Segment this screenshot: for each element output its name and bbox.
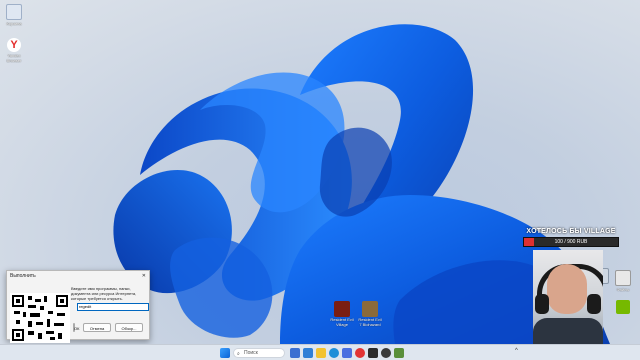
desktop-icon-files[interactable]: Файлы — [610, 270, 636, 292]
desktop-icon-recycle-bin[interactable]: Корзина — [1, 4, 27, 26]
qr-module — [46, 331, 54, 334]
re7-icon — [362, 301, 378, 317]
cancel-button[interactable]: Отмена — [83, 323, 111, 332]
qr-module — [48, 311, 53, 314]
qr-module — [14, 311, 20, 314]
qr-module — [36, 322, 43, 325]
qr-module — [47, 319, 50, 327]
game-shortcuts: Resident Evil Village Resident Evil 7 Bi… — [330, 301, 382, 327]
qr-finder — [56, 295, 68, 307]
qr-module — [28, 321, 32, 327]
windows-start-icon[interactable] — [220, 348, 230, 358]
taskbar-search-box[interactable]: ⌕ Поиск — [233, 348, 285, 358]
re-village-icon — [334, 301, 350, 317]
obs-icon[interactable] — [381, 348, 391, 358]
qr-finder — [12, 295, 24, 307]
task-view-icon[interactable] — [290, 348, 300, 358]
run-dialog-titlebar: Выполнить ✕ — [7, 271, 149, 280]
qr-finder — [12, 329, 24, 341]
run-command-input[interactable] — [77, 303, 149, 311]
qr-module — [57, 313, 65, 316]
qr-module — [35, 299, 41, 302]
headphone-cup-right — [587, 294, 601, 314]
desktop-icon-re-village[interactable]: Resident Evil Village — [330, 301, 354, 327]
qr-module — [58, 333, 62, 339]
streamer-face — [547, 264, 587, 314]
tray-overflow-chevron-icon[interactable]: ^ — [515, 348, 518, 354]
qr-module — [28, 331, 34, 335]
search-icon: ⌕ — [237, 351, 240, 357]
desktop-icon-label: Файлы — [616, 287, 630, 292]
taskbar: ⌕ Поиск ^ — [0, 344, 640, 360]
qr-module — [23, 312, 26, 317]
donation-progress-text: 100 / 900 RUB — [554, 239, 588, 245]
edge-icon[interactable] — [329, 348, 339, 358]
file-icon — [615, 270, 631, 286]
terminal-icon[interactable] — [368, 348, 378, 358]
store-icon[interactable] — [342, 348, 352, 358]
search-placeholder: Поиск — [244, 350, 258, 356]
yandex-browser-icon: Y — [7, 38, 21, 52]
recycle-bin-icon — [6, 4, 22, 20]
qr-module — [28, 305, 36, 308]
donation-goal-title: ХОТЕЛОСЬ БЫ VILLAGE — [526, 228, 616, 235]
streamer-shirt — [533, 318, 603, 344]
qr-module — [50, 337, 55, 340]
run-dialog-description: Введите имя программы, папки, документа … — [71, 286, 137, 301]
desktop-icon-yandex-browser[interactable]: Y Yandex Browser — [1, 38, 27, 63]
desktop-icon-label: Корзина — [6, 21, 22, 26]
browse-button[interactable]: Обзор... — [115, 323, 143, 332]
desktop-icon-re7[interactable]: Resident Evil 7 Biohazard — [358, 301, 382, 327]
qr-module — [38, 333, 42, 339]
nvidia-icon — [616, 300, 630, 314]
file-explorer-icon[interactable] — [316, 348, 326, 358]
qr-module — [40, 306, 44, 310]
qr-module — [44, 296, 47, 302]
donation-goal-widget: ХОТЕЛОСЬ БЫ VILLAGE 100 / 900 RUB — [523, 228, 619, 247]
qr-module — [28, 296, 32, 300]
desktop-icon-label: Yandex Browser — [6, 53, 22, 63]
qr-module — [16, 320, 20, 324]
run-dialog-title: Выполнить — [10, 272, 36, 279]
desktop-icon-label: Resident Evil 7 Biohazard — [358, 317, 382, 327]
desktop: Корзина Y Yandex Browser Файлы Resident … — [0, 0, 640, 344]
qr-module — [54, 323, 64, 326]
qr-module — [30, 313, 40, 317]
app-icon[interactable] — [394, 348, 404, 358]
webcam-overlay — [533, 250, 603, 344]
widgets-icon[interactable] — [303, 348, 313, 358]
desktop-icon-nvidia[interactable] — [610, 300, 636, 314]
donation-progress-bar: 100 / 900 RUB — [523, 237, 619, 247]
yandex-icon[interactable] — [355, 348, 365, 358]
qr-code — [10, 293, 70, 343]
close-icon[interactable]: ✕ — [142, 273, 146, 279]
headphone-cup-left — [535, 294, 549, 314]
desktop-icon-label: Resident Evil Village — [330, 317, 354, 327]
ok-button[interactable]: ОК — [73, 323, 79, 332]
